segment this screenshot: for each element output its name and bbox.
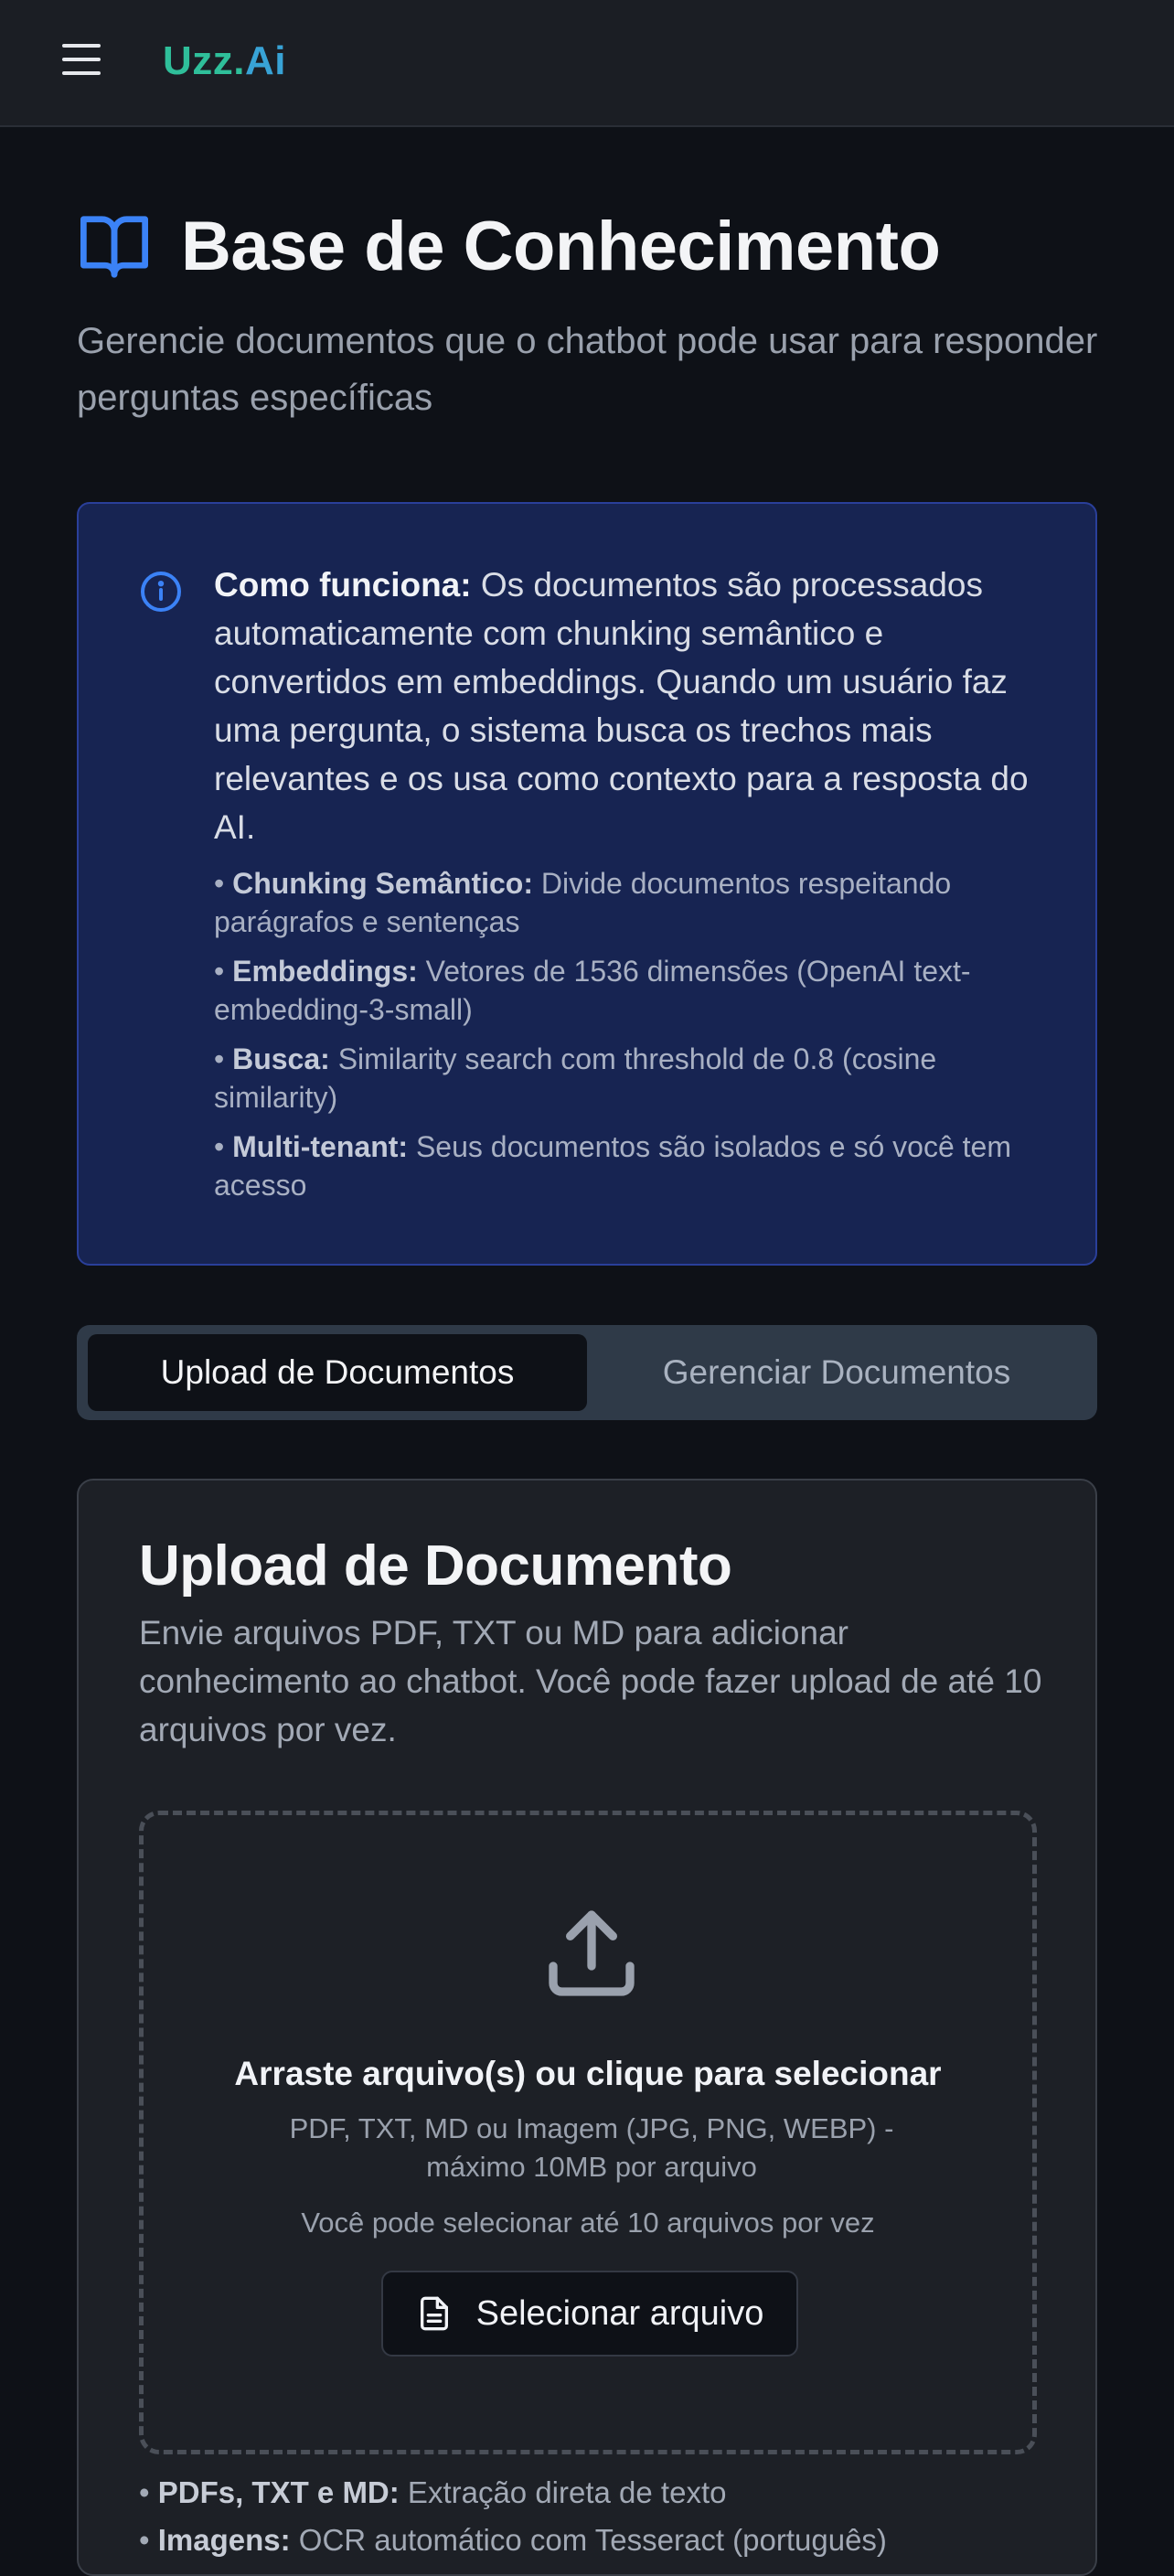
list-item: • Embeddings: Vetores de 1536 dimensões … [214, 955, 971, 1026]
feature-label: Chunking Semântico: [232, 867, 533, 900]
list-item: • Multi-tenant: Seus documentos são isol… [214, 1130, 1011, 1202]
page-subtitle: Gerencie documentos que o chatbot pode u… [77, 321, 1098, 418]
select-file-button[interactable]: Selecionar arquivo [381, 2271, 798, 2357]
upload-document-card: Upload de Documento Envie arquivos PDF, … [77, 1479, 1097, 2576]
file-dropzone[interactable]: Arraste arquivo(s) ou clique para seleci… [139, 1811, 1037, 2454]
feature-label: Multi-tenant: [232, 1130, 409, 1163]
list-item: • Busca: Similarity search com threshold… [214, 1042, 937, 1114]
file-text-icon [420, 2296, 448, 2331]
page-header: Base de Conhecimento [77, 207, 941, 286]
file-type-notes: • PDFs, TXT e MD: Extração direta de tex… [139, 2473, 1044, 2568]
upload-card-description: Envie arquivos PDF, TXT ou MD para adici… [139, 1614, 1042, 1748]
info-text: Os documentos são processados automatica… [214, 566, 1029, 846]
list-item: • Chunking Semântico: Divide documentos … [214, 867, 952, 938]
list-item: • Imagens: OCR automático com Tesseract … [139, 2523, 887, 2557]
tab-manage-documents[interactable]: Gerenciar Documentos [587, 1334, 1086, 1411]
info-feature-list: • Chunking Semântico: Divide documentos … [214, 864, 1046, 1215]
how-it-works-info-box: Como funciona: Os documentos são process… [77, 502, 1097, 1266]
info-lead: Como funciona: [214, 566, 472, 604]
list-item: • PDFs, TXT e MD: Extração direta de tex… [139, 2475, 727, 2509]
dropzone-title: Arraste arquivo(s) ou clique para seleci… [234, 2055, 942, 2092]
dropzone-limit: Você pode selecionar até 10 arquivos por… [301, 2207, 875, 2239]
brand-logo-part2: Ai [245, 38, 286, 83]
open-book-icon [80, 215, 148, 278]
hamburger-menu-icon[interactable] [60, 44, 102, 80]
feature-label: Busca: [232, 1042, 330, 1075]
brand-logo[interactable]: Uzz.Ai [163, 38, 286, 84]
page-title: Base de Conhecimento [181, 208, 941, 285]
brand-logo-part1: Uzz. [163, 38, 245, 83]
tab-upload-documents[interactable]: Upload de Documentos [88, 1334, 587, 1411]
info-circle-icon [141, 572, 181, 612]
feature-label: Embeddings: [232, 955, 418, 988]
top-navigation-bar: Uzz.Ai [0, 0, 1174, 127]
upload-icon [549, 1910, 635, 1996]
note-label: PDFs, TXT e MD: [157, 2475, 400, 2509]
upload-card-title: Upload de Documento [139, 1534, 732, 1598]
info-description: Como funciona: Os documentos são process… [214, 561, 1055, 851]
dropzone-formats: PDF, TXT, MD ou Imagem (JPG, PNG, WEBP) … [289, 2112, 894, 2183]
note-text: Extração direta de texto [399, 2475, 727, 2509]
document-tabs: Upload de Documentos Gerenciar Documento… [77, 1325, 1097, 1420]
select-file-button-label: Selecionar arquivo [475, 2293, 764, 2333]
